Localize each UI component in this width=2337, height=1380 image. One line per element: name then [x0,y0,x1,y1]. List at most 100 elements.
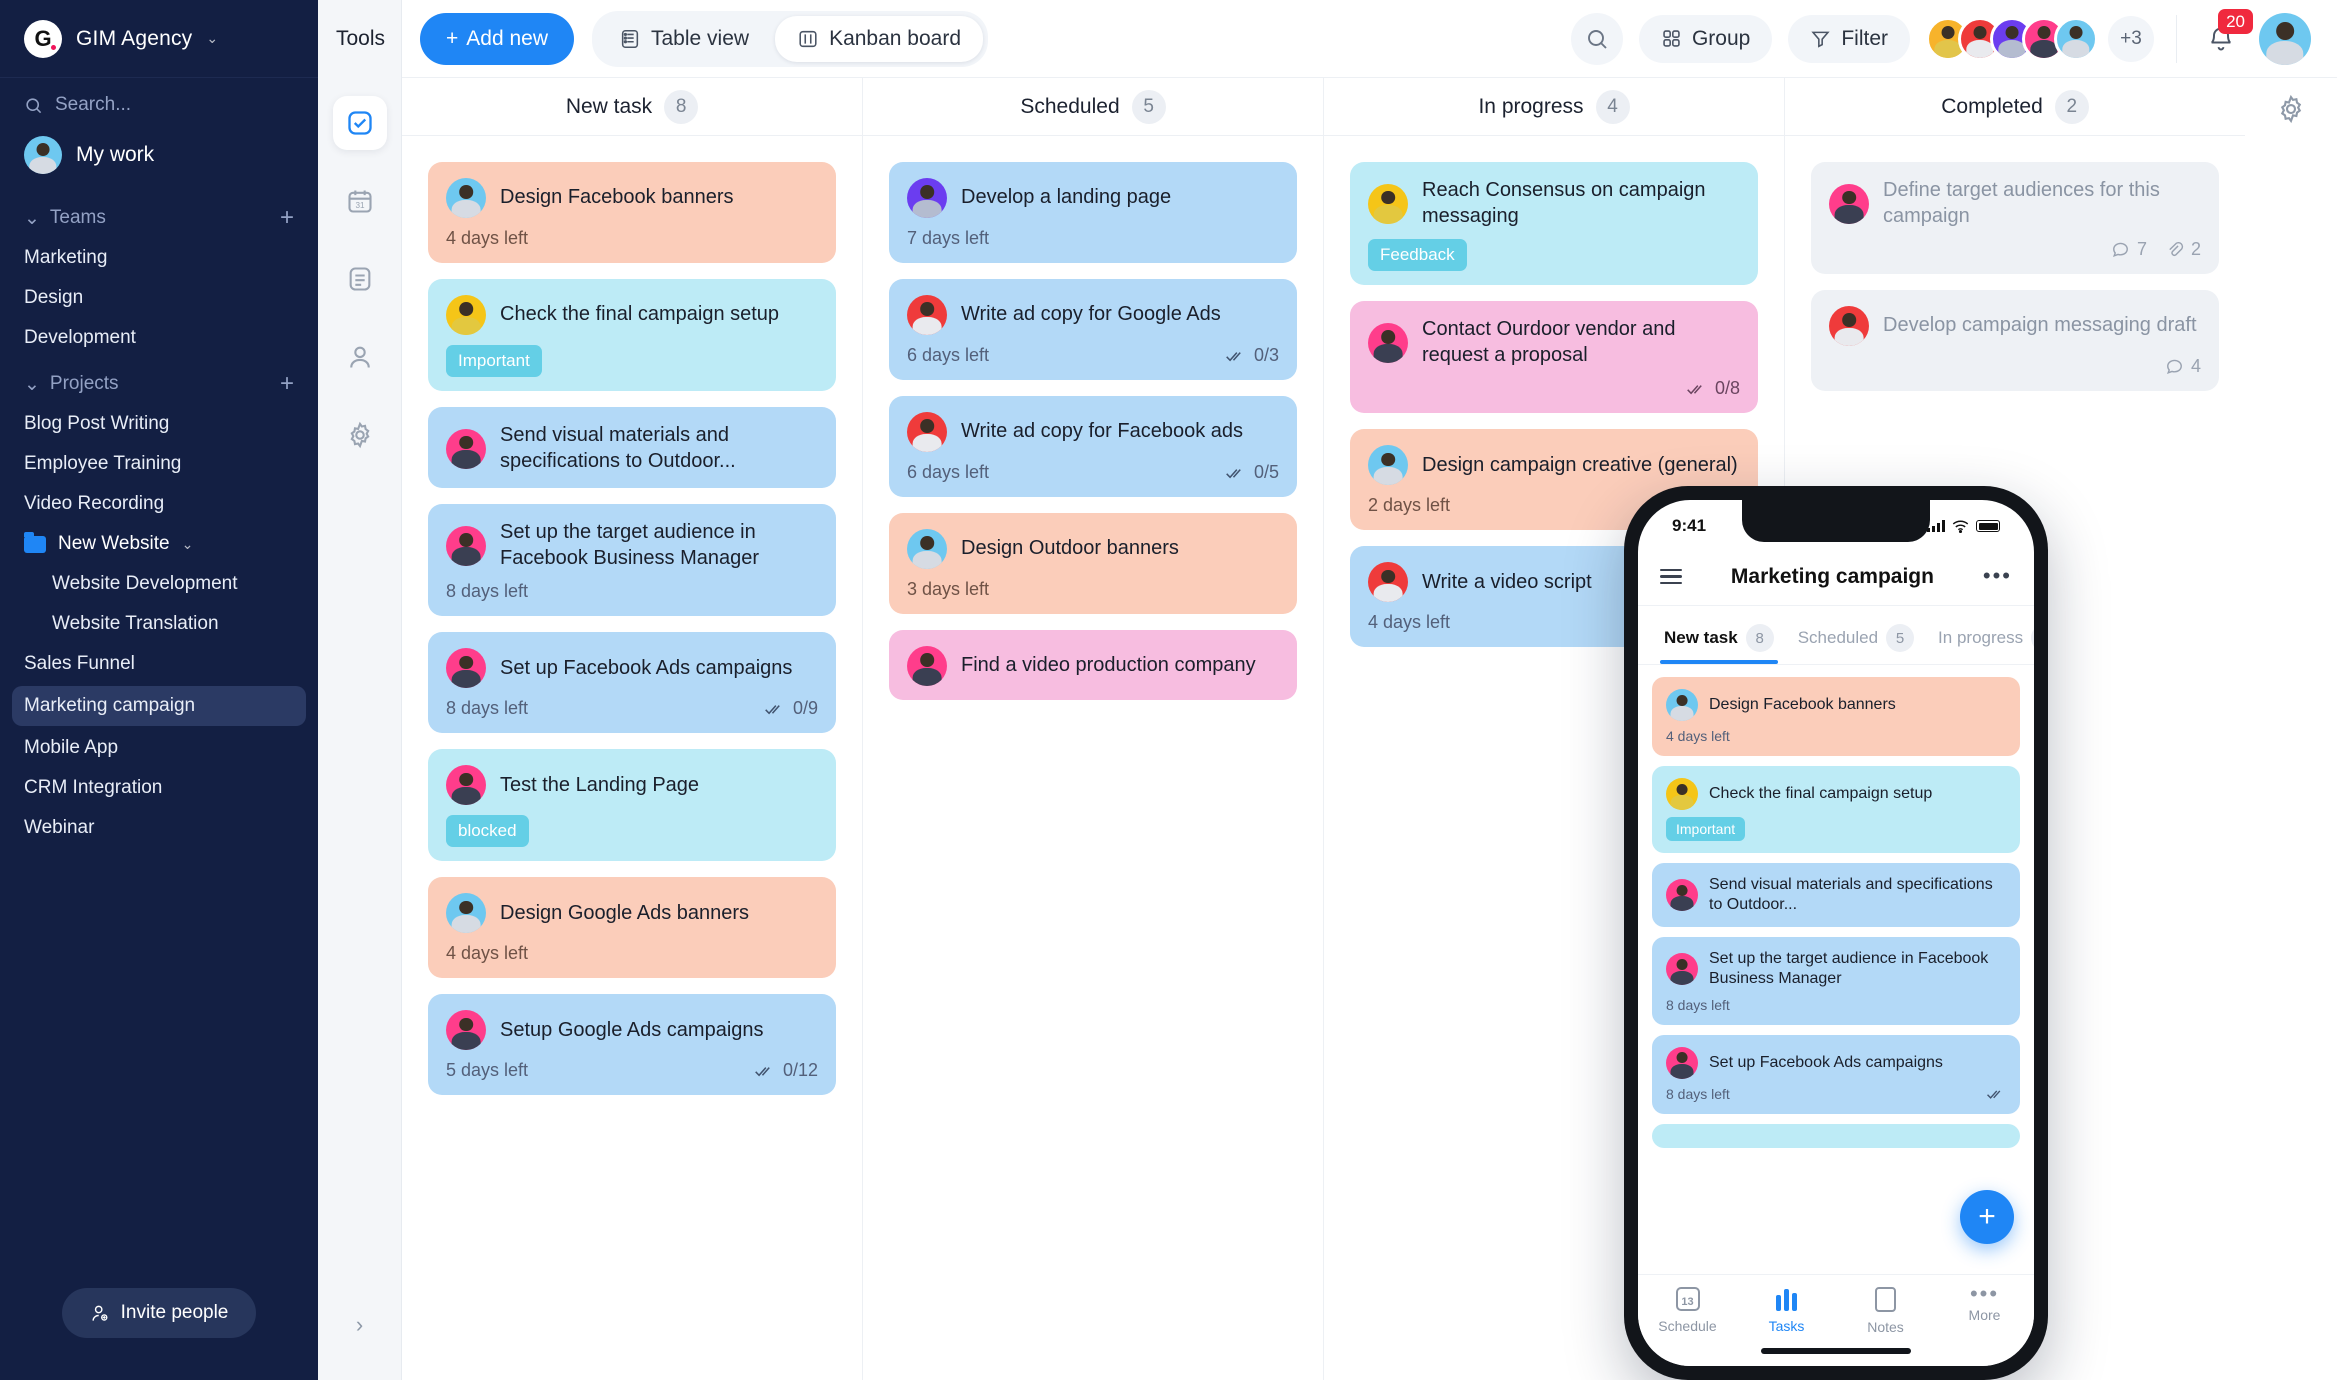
gear-icon [349,421,370,449]
task-card[interactable]: Reach Consensus on campaign messaging Fe… [1350,162,1758,286]
rail-item-calendar[interactable]: 31 [333,174,387,228]
double-check-icon [765,704,780,715]
tab-table-view[interactable]: Table view [597,16,771,62]
task-card[interactable]: Write ad copy for Facebook ads 6 days le… [889,396,1297,497]
sidebar-search[interactable] [0,78,318,126]
task-title: Set up the target audience in Facebook B… [500,521,760,569]
sidebar-item-blog-post-writing[interactable]: Blog Post Writing [0,404,318,444]
filter-button[interactable]: Filter [1788,14,1910,63]
add-task-fab[interactable]: + [1960,1190,2014,1244]
phone-nav-notes[interactable]: Notes [1836,1287,1935,1335]
workspace-switcher[interactable]: G GIM Agency ⌄ [0,0,318,78]
sidebar-item-my-work[interactable]: My work [0,126,318,192]
sidebar-item-sales-funnel[interactable]: Sales Funnel [0,644,318,684]
members-overflow-count[interactable]: +3 [2108,15,2154,62]
task-card[interactable]: Set up the target audience in Facebook B… [428,504,836,617]
sidebar-collapse-button[interactable]: › [356,1312,363,1338]
task-card[interactable]: Write ad copy for Google Ads 6 days left… [889,279,1297,380]
task-card[interactable]: Design Google Ads banners 4 days left [428,877,836,979]
sidebar-folder-new-website[interactable]: New Website ⌄ [0,524,318,564]
double-check-icon [1226,351,1241,361]
sidebar-item-employee-training[interactable]: Employee Training [0,444,318,484]
column-count: 4 [1595,89,1630,124]
svg-text:31: 31 [355,201,365,210]
sidebar-item-label: My work [76,143,155,166]
sidebar-item-website-development[interactable]: Website Development [0,564,318,604]
phone-task-card[interactable]: Design Facebook banners 4 days left [1652,677,2020,756]
avatar-current-user[interactable] [2259,12,2311,65]
task-card[interactable]: Check the final campaign setup Important [428,279,836,391]
search-button[interactable] [1570,12,1623,65]
column-header[interactable]: Completed 2 [1785,78,2245,136]
rail-item-notes[interactable] [333,252,387,306]
calendar-icon: 13 [1675,1287,1700,1311]
person-add-icon [92,1305,108,1321]
gear-icon [2280,94,2302,124]
add-team-button[interactable]: + [280,206,294,230]
sidebar-item-mobile-app[interactable]: Mobile App [0,728,318,768]
task-title: Define target audiences for this campaig… [1883,179,2160,227]
hamburger-icon[interactable] [1660,568,1682,585]
member-avatars[interactable]: +3 [1926,15,2154,62]
invite-people-button[interactable]: Invite people [61,1288,257,1338]
column-header[interactable]: New task 8 [402,78,862,136]
more-dots-icon[interactable]: ••• [1983,565,2012,587]
task-card[interactable]: Set up Facebook Ads campaigns 8 days lef… [428,632,836,734]
phone-nav-more[interactable]: ••• More [1935,1282,2034,1323]
phone-tab-in-progress[interactable]: In progress 4 [1930,620,2034,664]
task-card[interactable]: Contact Ourdoor vendor and request a pro… [1350,301,1758,414]
chevron-down-icon[interactable]: ⌄ [206,30,218,47]
sidebar-item-development[interactable]: Development [0,318,318,358]
sidebar-item-marketing-campaign[interactable]: Marketing campaign [12,686,306,726]
column-header[interactable]: Scheduled 5 [863,78,1323,136]
sidebar-item-webinar[interactable]: Webinar [0,808,318,848]
task-subtasks: 0/9 [792,698,818,719]
avatar [1368,322,1408,363]
task-title: Design campaign creative (general) [1422,453,1738,476]
task-card[interactable]: Send visual materials and specifications… [428,407,836,489]
sidebar-item-website-translation[interactable]: Website Translation [0,604,318,644]
chevron-down-icon[interactable]: ⌄ [182,536,194,553]
projects-section-header[interactable]: ⌄ Projects + [0,358,318,404]
task-card[interactable]: Design Facebook banners 4 days left [428,162,836,263]
rail-item-tasks[interactable] [332,96,387,150]
board-settings[interactable] [2245,78,2337,1380]
phone-nav-schedule[interactable]: 13 Schedule [1638,1287,1737,1334]
add-project-button[interactable]: + [280,372,294,396]
task-card[interactable]: Design Outdoor banners 3 days left [889,513,1297,614]
filter-icon [1811,31,1830,48]
phone-tab-scheduled[interactable]: Scheduled 5 [1790,620,1922,664]
sidebar-item-crm-integration[interactable]: CRM Integration [0,768,318,808]
search-input[interactable] [55,94,255,116]
notifications-button[interactable]: 20 [2199,8,2253,61]
task-card[interactable]: Define target audiences for this campaig… [1811,162,2219,275]
phone-tab-new-task[interactable]: New task 8 [1656,620,1782,664]
group-button[interactable]: Group [1638,14,1773,63]
teams-section-header[interactable]: ⌄ Teams + [0,192,318,238]
rail-item-contacts[interactable] [333,330,387,384]
rail-item-settings[interactable] [333,408,387,462]
sidebar-item-design[interactable]: Design [0,278,318,318]
task-card[interactable]: Test the Landing Page blocked [428,749,836,862]
column-header[interactable]: In progress 4 [1324,78,1784,136]
phone-nav-tasks[interactable]: Tasks [1737,1287,1836,1334]
sidebar-item-marketing[interactable]: Marketing [0,238,318,278]
tab-kanban-board[interactable]: Kanban board [775,15,984,62]
phone-task-card[interactable] [1652,1123,2020,1148]
sidebar-item-video-recording[interactable]: Video Recording [0,484,318,524]
avatar [1368,562,1408,603]
tab-kanban-board-label: Kanban board [829,26,962,50]
task-card[interactable]: Find a video production company [889,630,1297,700]
task-title: Find a video production company [961,654,1256,677]
task-card[interactable]: Develop campaign messaging draft 4 [1811,290,2219,392]
column-count: 8 [664,89,699,124]
task-card[interactable]: Setup Google Ads campaigns 5 days left 0… [428,994,836,1096]
add-new-button[interactable]: + Add new [420,12,574,65]
task-card[interactable]: Develop a landing page 7 days left [889,162,1297,263]
phone-task-card[interactable]: Set up Facebook Ads campaigns 8 days lef… [1652,1034,2020,1114]
tools-label: Tools [336,26,386,50]
phone-task-card[interactable]: Send visual materials and specifications… [1652,863,2020,928]
phone-task-card[interactable]: Check the final campaign setup Important [1652,766,2020,853]
phone-task-card[interactable]: Set up the target audience in Facebook B… [1652,937,2020,1025]
phone-mockup: 9:41 Marketing campaign ••• New task 8 S… [1624,486,2048,1380]
